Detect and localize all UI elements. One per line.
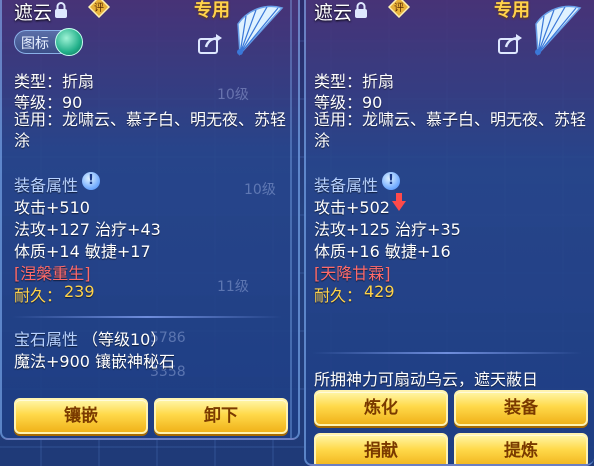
- equipped-item-panel: 10级 10级 11级 5786 3358 遮云 评 专用 图标 类型：折扇 等…: [0, 0, 300, 440]
- item-usable-by: 适用：龙啸云、慕子白、明无夜、苏轻涂: [314, 110, 587, 150]
- gem-attr-header: 宝石属性: [14, 330, 79, 349]
- panel-border: [290, 0, 292, 438]
- durability-label: 耐久：: [14, 286, 63, 305]
- bag-item-panel: 遮云 评 专用 类型：折扇 等级：90 适用：龙啸云、慕子白、明无夜、苏轻涂 装…: [304, 0, 594, 466]
- durability-value: 429: [364, 282, 395, 301]
- unequip-button[interactable]: 卸下: [154, 398, 288, 434]
- divider: [312, 352, 582, 354]
- divider: [12, 316, 282, 318]
- stat-con-agi: 体质+14 敏捷+17: [14, 242, 151, 261]
- lock-icon[interactable]: [54, 2, 68, 18]
- equip-attr-header: 装备属性: [314, 176, 379, 195]
- bg-slot-level-label: 10级: [244, 182, 276, 198]
- svg-text:评: 评: [394, 2, 404, 14]
- exclusive-tag: 专用: [494, 0, 530, 21]
- stat-attack: 攻击+502: [314, 198, 390, 217]
- refine-button[interactable]: 炼化: [314, 390, 448, 426]
- stat-con-agi: 体质+16 敏捷+16: [314, 242, 451, 261]
- durability-value: 239: [64, 282, 95, 301]
- rating-icon[interactable]: 评: [88, 0, 110, 18]
- rating-icon[interactable]: 评: [388, 0, 410, 18]
- item-name: 遮云: [314, 2, 353, 24]
- durability-label: 耐久：: [314, 286, 363, 305]
- equip-button[interactable]: 装备: [454, 390, 588, 426]
- exclusive-tag: 专用: [194, 0, 230, 21]
- icon-display-toggle[interactable]: 图标: [14, 28, 83, 56]
- equip-attr-header: 装备属性: [14, 176, 79, 195]
- stat-magic-heal: 法攻+127 治疗+43: [14, 220, 161, 239]
- stat-decrease-arrow-icon: [392, 193, 406, 211]
- folding-fan-icon: [237, 5, 284, 56]
- special-skill: [天降甘霖]: [314, 264, 391, 283]
- folding-fan-icon: [535, 5, 582, 56]
- inlay-button[interactable]: 镶嵌: [14, 398, 148, 434]
- donate-button[interactable]: 捐献: [314, 433, 448, 464]
- share-icon[interactable]: [198, 32, 224, 54]
- gem-level: （等级10）: [82, 330, 167, 349]
- info-icon[interactable]: !: [382, 172, 400, 190]
- special-skill: [涅槃重生]: [14, 264, 91, 283]
- icon-toggle-label: 图标: [21, 36, 49, 52]
- bg-slot-level-label: 10级: [217, 87, 249, 103]
- extract-button[interactable]: 提炼: [454, 433, 588, 464]
- item-description: 所拥神力可扇动乌云，遮天蔽日: [314, 370, 539, 389]
- gem-detail: 魔法+900 镶嵌神秘石: [14, 352, 176, 371]
- stat-attack: 攻击+510: [14, 198, 90, 217]
- bg-slot-level-label: 11级: [217, 279, 249, 295]
- item-usable-by: 适用：龙啸云、慕子白、明无夜、苏轻涂: [14, 110, 287, 150]
- share-icon[interactable]: [498, 32, 524, 54]
- svg-text:评: 评: [94, 2, 104, 14]
- info-icon[interactable]: !: [82, 172, 100, 190]
- toggle-knob: [55, 28, 83, 56]
- stat-magic-heal: 法攻+125 治疗+35: [314, 220, 461, 239]
- item-name: 遮云: [14, 2, 53, 24]
- lock-icon[interactable]: [354, 2, 368, 18]
